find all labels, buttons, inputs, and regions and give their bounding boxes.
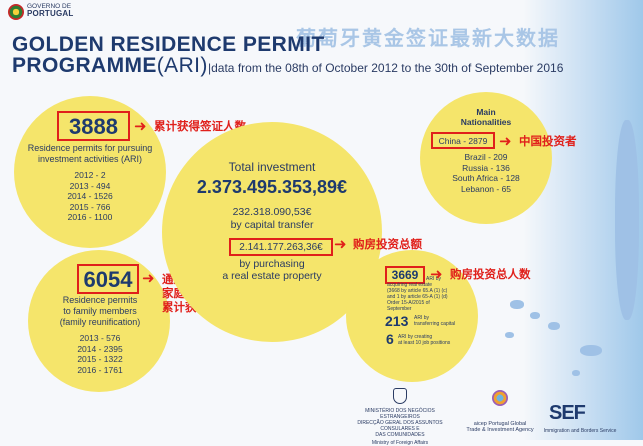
island-shape [580, 345, 602, 356]
gov-line2: PORTUGAL [27, 9, 74, 18]
year-item: 2012 - 2 [74, 170, 106, 180]
label-line: transferring capital [414, 321, 456, 327]
capital-transfer-label: by capital transfer [230, 219, 314, 231]
nationalities-heading: Main Nationalities [430, 107, 542, 127]
arrow-right-icon: ➜ [134, 118, 147, 135]
island-shape [548, 322, 560, 330]
footer-line: DAS COMUNIDADES [375, 432, 425, 438]
ari-capital-label: ARI by transferring capital [414, 315, 474, 327]
heading-line: Main [476, 107, 496, 117]
island-shape [572, 370, 580, 376]
investment-permits-years: 2012 - 2 2013 - 494 2014 - 1526 2015 - 7… [50, 170, 130, 223]
footer-line: Ministry of Foreign Affairs [371, 440, 429, 446]
ari-jobs-label: ARI by creating at least 10 job position… [398, 334, 468, 346]
island-shape [510, 300, 524, 309]
label-line: to family members [63, 306, 137, 316]
nationality-item: Lebanon - 65 [460, 183, 512, 194]
family-permits-value: 6054 [83, 267, 133, 292]
total-investment-heading: Total investment [228, 160, 316, 174]
sef-logo-text: Immigration and Borders Service [543, 428, 617, 434]
heading-line: Nationalities [460, 117, 512, 127]
year-item: 2016 - 1761 [77, 364, 123, 375]
ari-count-annotation: 购房投资总人数 [450, 269, 531, 281]
label-line: (family reunification) [59, 317, 141, 327]
year-item: 2013 - 494 [69, 180, 111, 191]
investment-permits-value: 3888 [69, 114, 118, 139]
sef-logo: SEF [549, 402, 586, 424]
label-line: investment activities (ARI) [37, 154, 143, 164]
ari-capital-value: 213 [385, 313, 409, 329]
footer-line: MINISTÉRIO DOS NEGÓCIOS ESTRANGEIROS [365, 408, 435, 420]
china-count: China - 2879 [438, 136, 488, 146]
year-item: 2015 - 1322 [77, 354, 123, 364]
family-permits-years: 2013 - 576 2014 - 2395 2015 - 1322 2016 … [60, 333, 140, 375]
government-logo-text: GOVERNO DE PORTUGAL [27, 3, 74, 18]
title-ari: (ARI) [156, 54, 208, 77]
island-shape [530, 312, 540, 319]
investment-permits-label: Residence permits for pursuing investmen… [24, 143, 156, 165]
year-item: 2014 - 1526 [67, 191, 113, 201]
real-estate-value: 2.141.177.263,36€ [239, 242, 323, 253]
mne-logo-text: MINISTÉRIO DOS NEGÓCIOS ESTRANGEIROS DIR… [345, 408, 455, 446]
year-item: 2014 - 2395 [77, 343, 123, 354]
date-range-subtitle: |data from the 08th of October 2012 to t… [208, 61, 564, 75]
arrow-right-icon: ➜ [142, 270, 155, 287]
year-item: 2015 - 766 [69, 201, 111, 212]
label-line: at least 10 job positions [398, 340, 451, 346]
other-nationalities-list: Brazil - 209 Russia - 136 South Africa -… [425, 152, 547, 194]
chinese-title: 葡萄牙黄金签证最新大数据 [296, 28, 560, 50]
aicep-globe-icon [492, 390, 508, 406]
arrow-right-icon: ➜ [499, 133, 512, 150]
real-estate-label: by purchasing a real estate property [182, 258, 362, 282]
year-item: 2016 - 1100 [67, 212, 113, 222]
label-line: Residence permits [62, 295, 138, 305]
title-programme: PROGRAMME [12, 54, 157, 77]
nationality-item: Russia - 136 [462, 162, 510, 173]
portugal-flag-icon [8, 4, 24, 20]
nationality-item: Brazil - 209 [464, 152, 508, 162]
mne-crest-icon [393, 388, 407, 404]
detail-line: September [387, 306, 412, 312]
subtitle-text: data from the 08th of October 2012 to th… [211, 61, 564, 75]
capital-transfer-value: 232.318.090,53€ [232, 206, 312, 218]
footer-line: Trade & Investment Agency [466, 427, 534, 433]
year-item: 2013 - 576 [79, 333, 121, 343]
label-line: a real estate property [222, 270, 322, 282]
island-shape [505, 332, 514, 338]
total-investment-value: 2.373.495.353,89€ [196, 177, 348, 197]
arrow-right-icon: ➜ [334, 236, 347, 253]
aicep-logo-text: aicep Portugal Global Trade & Investment… [466, 421, 534, 433]
island-shape [615, 120, 639, 320]
family-permits-label: Residence permits to family members (fam… [40, 295, 160, 328]
nationality-item: South Africa - 128 [452, 173, 520, 183]
label-line: Residence permits for pursuing [27, 143, 153, 153]
page-title-line2: PROGRAMME(ARI) [12, 54, 208, 78]
label-line: by purchasing [239, 258, 305, 270]
arrow-right-icon: ➜ [430, 266, 443, 283]
footer-line: DIRECÇÃO GERAL DOS ASSUNTOS CONSULARES E [357, 420, 443, 432]
ari-detail-text-more: acquiring real estate (3668 by article 6… [387, 282, 467, 312]
china-annotation: 中国投资者 [519, 136, 577, 148]
